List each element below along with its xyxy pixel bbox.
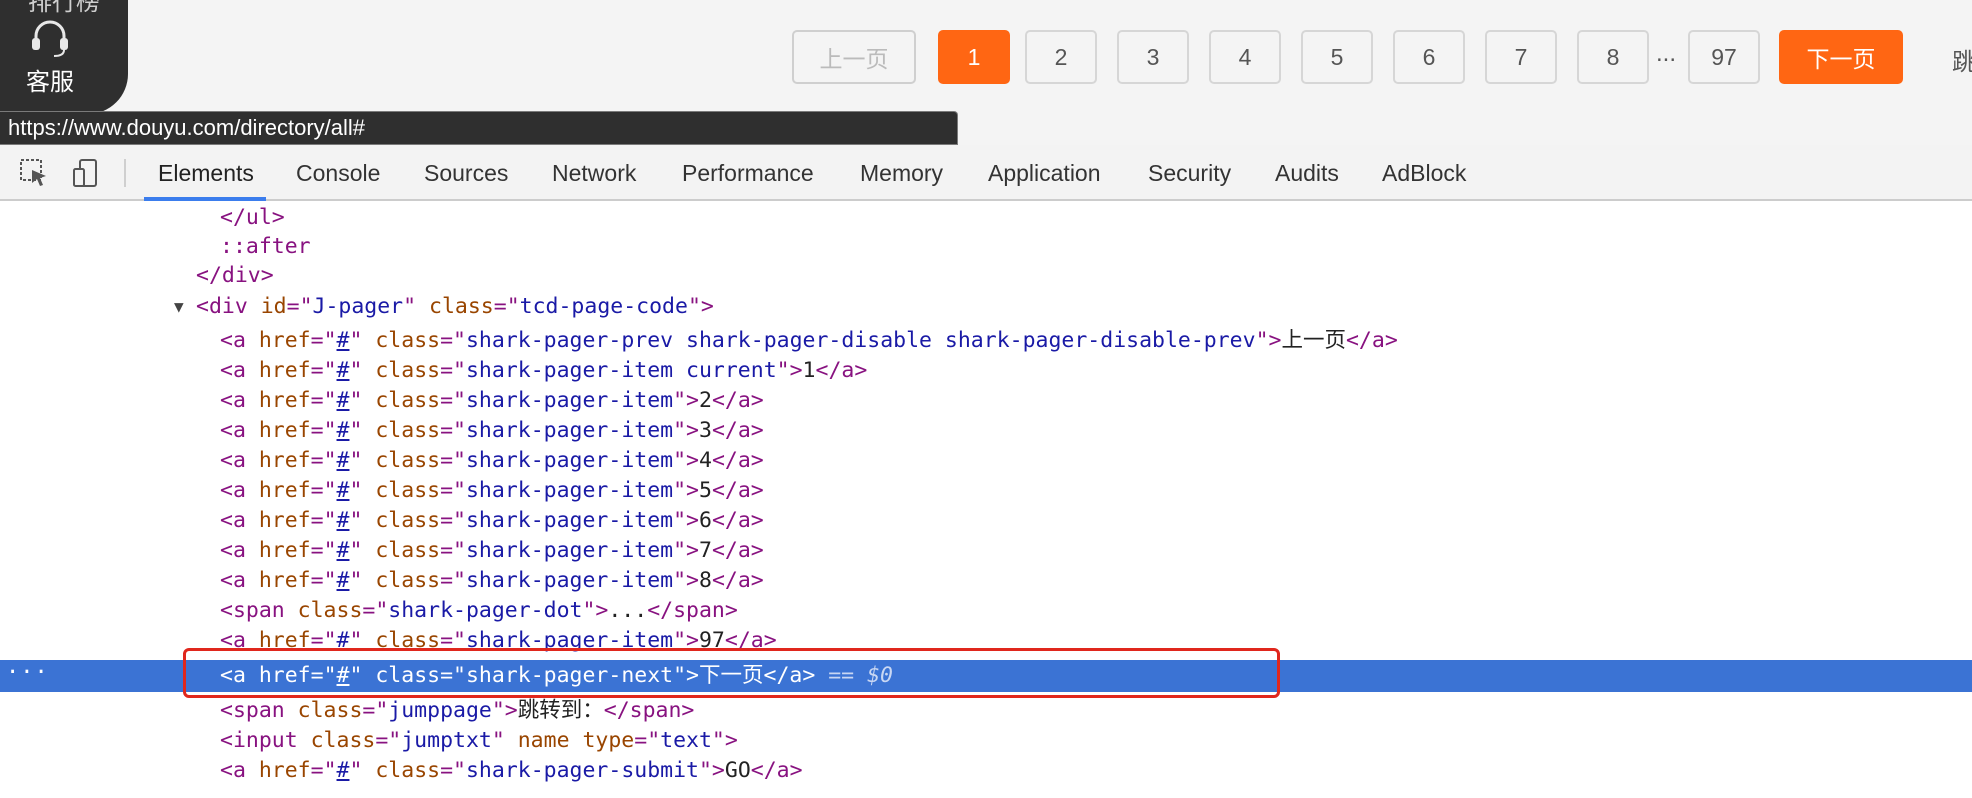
tab-sources[interactable]: Sources (424, 145, 508, 199)
tab-application[interactable]: Application (988, 145, 1101, 199)
page-1-button[interactable]: 1 (938, 30, 1010, 84)
class-value: shark-pager-item (465, 568, 674, 593)
page-6-button[interactable]: 6 (1393, 30, 1465, 84)
dom-node-pager-item[interactable]: <a href="#" class="shark-pager-item">8</… (0, 566, 1972, 596)
node-text: 7 (698, 538, 712, 563)
class-value: shark-pager-item (465, 418, 674, 443)
class-value: shark-pager-submit (465, 758, 699, 783)
tab-memory[interactable]: Memory (860, 145, 943, 199)
class-value: shark-pager-item (465, 388, 674, 413)
dom-node-after-pseudo[interactable]: ::after (0, 232, 1972, 262)
dom-node-pager-current[interactable]: <a href="#" class="shark-pager-item curr… (0, 356, 1972, 386)
page-8-button[interactable]: 8 (1577, 30, 1649, 84)
pager: 上一页 1 2 3 4 5 6 7 8 ... 97 下一页 跳 (0, 30, 1972, 86)
node-text: 1 (802, 358, 816, 383)
href-link[interactable]: # (337, 358, 350, 383)
div-close-tag: </div> (196, 263, 274, 288)
node-text: 5 (698, 478, 712, 503)
device-toolbar-icon[interactable] (70, 157, 102, 189)
tab-network[interactable]: Network (552, 145, 636, 199)
attr-value: J-pager (312, 294, 404, 319)
href-link[interactable]: # (337, 538, 350, 563)
dom-node-jump-input[interactable]: <input class="jumptxt" name type="text"> (0, 726, 1972, 756)
node-text: 跳转到： (517, 698, 604, 723)
href-link[interactable]: # (337, 388, 350, 413)
ul-close-tag: </ul> (220, 205, 285, 230)
dom-node-pager-item[interactable]: <a href="#" class="shark-pager-item">3</… (0, 416, 1972, 446)
dom-node-pager-item[interactable]: <a href="#" class="shark-pager-item">4</… (0, 446, 1972, 476)
dom-node-pager-prev[interactable]: <a href="#" class="shark-pager-prev shar… (0, 326, 1972, 356)
class-value: shark-pager-dot (388, 598, 583, 623)
attr-value: tcd-page-code (519, 294, 688, 319)
dom-node-pager-dot[interactable]: <span class="shark-pager-dot">...</span> (0, 596, 1972, 626)
href-link[interactable]: # (337, 568, 350, 593)
node-text: ... (608, 598, 648, 623)
rank-label[interactable]: 排行榜 (0, 0, 128, 14)
class-value: shark-pager-item (465, 538, 674, 563)
prev-page-button[interactable]: 上一页 (792, 30, 916, 84)
tab-performance[interactable]: Performance (682, 145, 814, 199)
dom-node-div-close[interactable]: </div> (0, 261, 1972, 291)
node-text: 8 (698, 568, 712, 593)
class-value: shark-pager-item (465, 478, 674, 503)
next-page-button[interactable]: 下一页 (1779, 30, 1903, 84)
tab-security[interactable]: Security (1148, 145, 1231, 199)
node-text: 上一页 (1281, 328, 1346, 353)
toolbar-separator (124, 159, 126, 187)
node-text: 4 (698, 448, 712, 473)
href-link[interactable]: # (337, 758, 350, 783)
div-open-tag: <div (196, 294, 248, 319)
dom-node-pager-item[interactable]: <a href="#" class="shark-pager-item">5</… (0, 476, 1972, 506)
href-link[interactable]: # (337, 508, 350, 533)
page-7-button[interactable]: 7 (1485, 30, 1557, 84)
attr-name: class (429, 294, 494, 319)
devtools-toolbar: Elements Console Sources Network Perform… (0, 145, 1972, 201)
class-value: jumppage (388, 698, 492, 723)
tab-console[interactable]: Console (296, 145, 380, 199)
page-4-button[interactable]: 4 (1209, 30, 1281, 84)
dom-node-pager-submit[interactable]: <a href="#" class="shark-pager-submit">G… (0, 756, 1972, 786)
class-value: shark-pager-item current (465, 358, 777, 383)
page-3-button[interactable]: 3 (1117, 30, 1189, 84)
href-link[interactable]: # (337, 448, 350, 473)
class-value: jumptxt (401, 728, 492, 753)
dom-node-pager-item[interactable]: <a href="#" class="shark-pager-item">2</… (0, 386, 1972, 416)
href-link[interactable]: # (337, 328, 350, 353)
after-pseudo: ::after (220, 234, 311, 259)
dom-node-pager-item[interactable]: <a href="#" class="shark-pager-item">7</… (0, 536, 1972, 566)
class-value: shark-pager-item (465, 508, 674, 533)
more-options-icon[interactable]: ··· (6, 657, 49, 689)
href-link[interactable]: # (337, 418, 350, 443)
status-bar-url: https://www.douyu.com/directory/all# (0, 111, 958, 145)
web-page-area: 排行榜 客服 上一页 1 2 3 4 5 6 7 8 ... 97 下一页 跳 … (0, 0, 1972, 145)
node-text: 6 (698, 508, 712, 533)
class-value: shark-pager-prev shark-pager-disable sha… (465, 328, 1256, 353)
annotation-highlight-box (183, 648, 1280, 698)
dom-node-pager-item[interactable]: <a href="#" class="shark-pager-item">6</… (0, 506, 1972, 536)
type-value: text (660, 728, 712, 753)
node-text: GO (724, 758, 751, 783)
attr-name: id (260, 294, 287, 319)
page-2-button[interactable]: 2 (1025, 30, 1097, 84)
node-text: 3 (698, 418, 712, 443)
pager-dots: ... (1656, 40, 1677, 67)
tab-adblock[interactable]: AdBlock (1382, 145, 1466, 199)
inspect-element-icon[interactable] (18, 157, 50, 189)
dom-node-jumppage[interactable]: <span class="jumppage">跳转到：</span> (0, 696, 1972, 726)
expand-triangle-icon[interactable]: ▼ (174, 292, 184, 322)
jump-label: 跳 (1952, 48, 1972, 76)
tab-audits[interactable]: Audits (1275, 145, 1339, 199)
elements-tree: </ul> ::after </div> ▼ <div id="J-pager" … (0, 201, 1972, 798)
dom-node-j-pager[interactable]: ▼ <div id="J-pager" class="tcd-page-code"… (0, 292, 1972, 322)
href-link[interactable]: # (337, 478, 350, 503)
node-text: 2 (698, 388, 712, 413)
tab-elements[interactable]: Elements (144, 145, 266, 201)
page-97-button[interactable]: 97 (1688, 30, 1760, 84)
dom-node-ul-close[interactable]: </ul> (0, 203, 1972, 233)
class-value: shark-pager-item (465, 448, 674, 473)
page-5-button[interactable]: 5 (1301, 30, 1373, 84)
